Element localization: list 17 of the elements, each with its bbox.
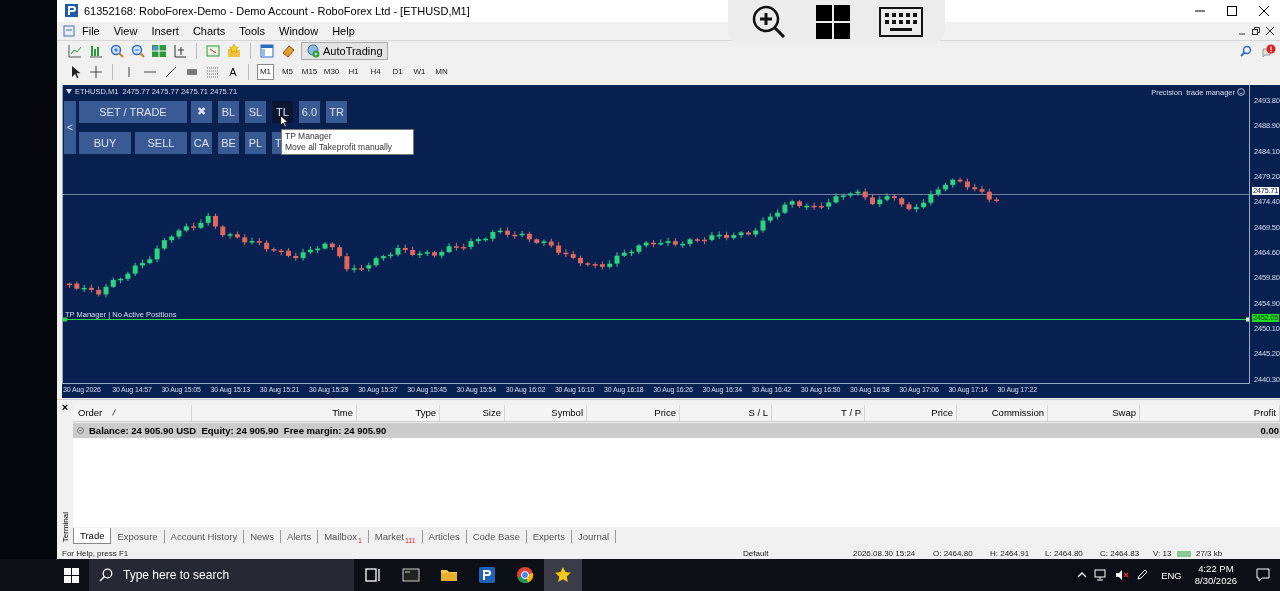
- status-text: L: 2464.80: [1045, 548, 1084, 559]
- status-text: V: 13: [1153, 548, 1173, 559]
- status-text: C: 2464.83: [1100, 548, 1141, 559]
- clock-date: 8/30/2026: [1194, 575, 1237, 587]
- status-text: Default: [743, 548, 770, 559]
- status-text: O: 2464.80: [933, 548, 974, 559]
- tooltip-title: TP Manager: [285, 130, 333, 142]
- status-text: H: 2464.91: [990, 548, 1031, 559]
- status-text: For Help, press F1: [62, 548, 130, 559]
- balance-summary: Balance: 24 905.90 USD Equity: 24 905.90 Free margin: 24 905.90: [89, 424, 388, 436]
- clock-time: 4:22 PM: [1198, 563, 1234, 575]
- tooltip-text: Move all Takeprofit manually: [285, 141, 394, 153]
- panel-label: Terminal: [60, 511, 70, 543]
- window-title: 61352168: RoboForex-Demo - Demo Account - RoboForex Ltd - [ETHUSD,M1]: [84, 4, 471, 17]
- status-text: 27/3 kb: [1196, 548, 1223, 559]
- status-text: 2026.08.30 15:24: [853, 548, 917, 559]
- profit-total: 0.00: [1260, 424, 1279, 436]
